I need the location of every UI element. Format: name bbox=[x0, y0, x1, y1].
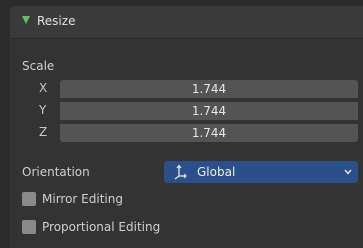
scale-label: Scale bbox=[22, 59, 55, 73]
proportional-editing-checkbox[interactable] bbox=[22, 220, 36, 234]
panel-header[interactable]: Resize bbox=[10, 6, 363, 39]
chevron-down-icon bbox=[344, 169, 352, 175]
scale-z-axis-label: Z bbox=[39, 125, 48, 139]
scale-y-axis-label: Y bbox=[39, 103, 47, 117]
mirror-editing-checkbox[interactable] bbox=[22, 192, 36, 206]
mirror-editing-label[interactable]: Mirror Editing bbox=[42, 192, 123, 206]
scale-x-axis-label: X bbox=[39, 81, 48, 95]
panel-title: Resize bbox=[37, 14, 76, 28]
orientation-dropdown[interactable]: Global bbox=[164, 161, 358, 183]
resize-operator-panel: Resize Scale X 1.744 Y 1.744 Z 1.744 Ori… bbox=[10, 6, 363, 248]
collapse-triangle-icon[interactable] bbox=[22, 16, 30, 24]
proportional-editing-label[interactable]: Proportional Editing bbox=[42, 220, 160, 234]
orientation-value: Global bbox=[197, 165, 236, 179]
global-orientation-icon bbox=[174, 164, 187, 180]
scale-z-field[interactable]: 1.744 bbox=[60, 124, 358, 142]
orientation-label: Orientation bbox=[22, 165, 90, 179]
scale-y-field[interactable]: 1.744 bbox=[60, 102, 358, 120]
scale-x-field[interactable]: 1.744 bbox=[60, 80, 358, 98]
